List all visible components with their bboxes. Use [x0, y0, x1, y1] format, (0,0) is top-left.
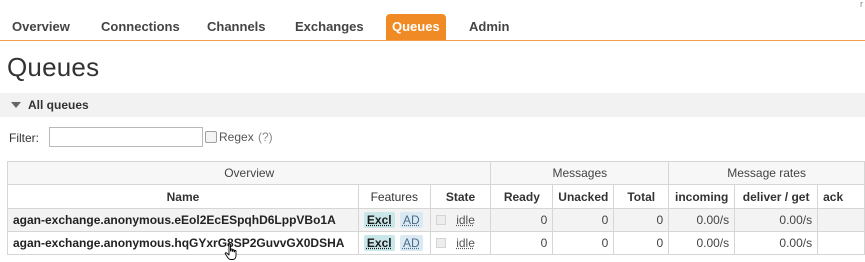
- state-indicator-icon: [435, 215, 446, 225]
- col-unacked[interactable]: Unacked: [552, 184, 615, 209]
- unacked-count: 0: [552, 231, 615, 255]
- col-ack[interactable]: ack: [817, 184, 865, 209]
- col-state[interactable]: State: [429, 184, 492, 209]
- col-deliver-get[interactable]: deliver / get: [734, 184, 819, 209]
- tab-channels[interactable]: Channels: [207, 14, 266, 40]
- group-message-rates: Message rates: [668, 161, 865, 185]
- feature-excl-badge: Excl: [363, 212, 395, 228]
- state-cell: idle: [429, 208, 492, 232]
- col-ready[interactable]: Ready: [490, 184, 554, 209]
- tab-connections[interactable]: Connections: [101, 14, 180, 40]
- table-group-header: Overview Messages Message rates: [6, 161, 865, 185]
- state-text: idle: [456, 213, 475, 227]
- regex-checkbox[interactable]: [205, 131, 217, 143]
- table-row[interactable]: agan-exchange.anonymous.eEol2EcESpqhD6Lp…: [7, 208, 865, 232]
- group-overview: Overview: [6, 161, 492, 185]
- triangle-down-icon: [11, 102, 21, 108]
- group-messages: Messages: [490, 161, 670, 185]
- queues-table: Overview Messages Message rates Name Fea…: [6, 161, 865, 255]
- total-count: 0: [613, 231, 670, 255]
- queue-name-link[interactable]: agan-exchange.anonymous.eEol2EcESpqhD6Lp…: [7, 208, 359, 232]
- regex-label: Regex: [219, 130, 254, 144]
- top-nav: Overview Connections Channels Exchanges …: [0, 0, 865, 41]
- col-name[interactable]: Name: [7, 184, 359, 209]
- page-title: Queues: [7, 52, 100, 82]
- state-cell: idle: [429, 231, 492, 255]
- col-features: Features: [357, 184, 431, 209]
- col-total[interactable]: Total: [613, 184, 670, 209]
- table-row[interactable]: agan-exchange.anonymous.hqGYxrG8SP2GuvvG…: [7, 231, 865, 255]
- section-title: All queues: [28, 98, 89, 112]
- incoming-rate: 0.00/s: [668, 231, 736, 255]
- corner-text: r: [860, 0, 863, 9]
- state-indicator-icon: [435, 238, 446, 248]
- state-text: idle: [456, 236, 475, 250]
- regex-help-link[interactable]: (?): [258, 130, 273, 144]
- tab-queues[interactable]: Queues: [386, 14, 446, 40]
- features-cell: Excl AD: [357, 231, 431, 255]
- total-count: 0: [613, 208, 670, 232]
- ready-count: 0: [490, 208, 554, 232]
- queue-name-link[interactable]: agan-exchange.anonymous.hqGYxrG8SP2GuvvG…: [7, 231, 359, 255]
- deliver-get-rate: 0.00/s: [734, 208, 819, 232]
- tab-overview[interactable]: Overview: [12, 14, 70, 40]
- feature-ad-badge: AD: [399, 212, 423, 228]
- incoming-rate: 0.00/s: [668, 208, 736, 232]
- ack-rate: [817, 208, 865, 232]
- feature-excl-badge: Excl: [363, 235, 395, 251]
- tab-exchanges[interactable]: Exchanges: [295, 14, 364, 40]
- tab-admin[interactable]: Admin: [469, 14, 509, 40]
- table-column-header: Name Features State Ready Unacked Total …: [7, 184, 865, 209]
- filter-label: Filter:: [9, 131, 39, 145]
- deliver-get-rate: 0.00/s: [734, 231, 819, 255]
- ready-count: 0: [490, 231, 554, 255]
- unacked-count: 0: [552, 208, 615, 232]
- features-cell: Excl AD: [357, 208, 431, 232]
- filter-input[interactable]: [49, 127, 203, 147]
- feature-ad-badge: AD: [399, 235, 423, 251]
- col-incoming[interactable]: incoming: [668, 184, 736, 209]
- all-queues-section-toggle[interactable]: All queues: [0, 93, 865, 117]
- ack-rate: [817, 231, 865, 255]
